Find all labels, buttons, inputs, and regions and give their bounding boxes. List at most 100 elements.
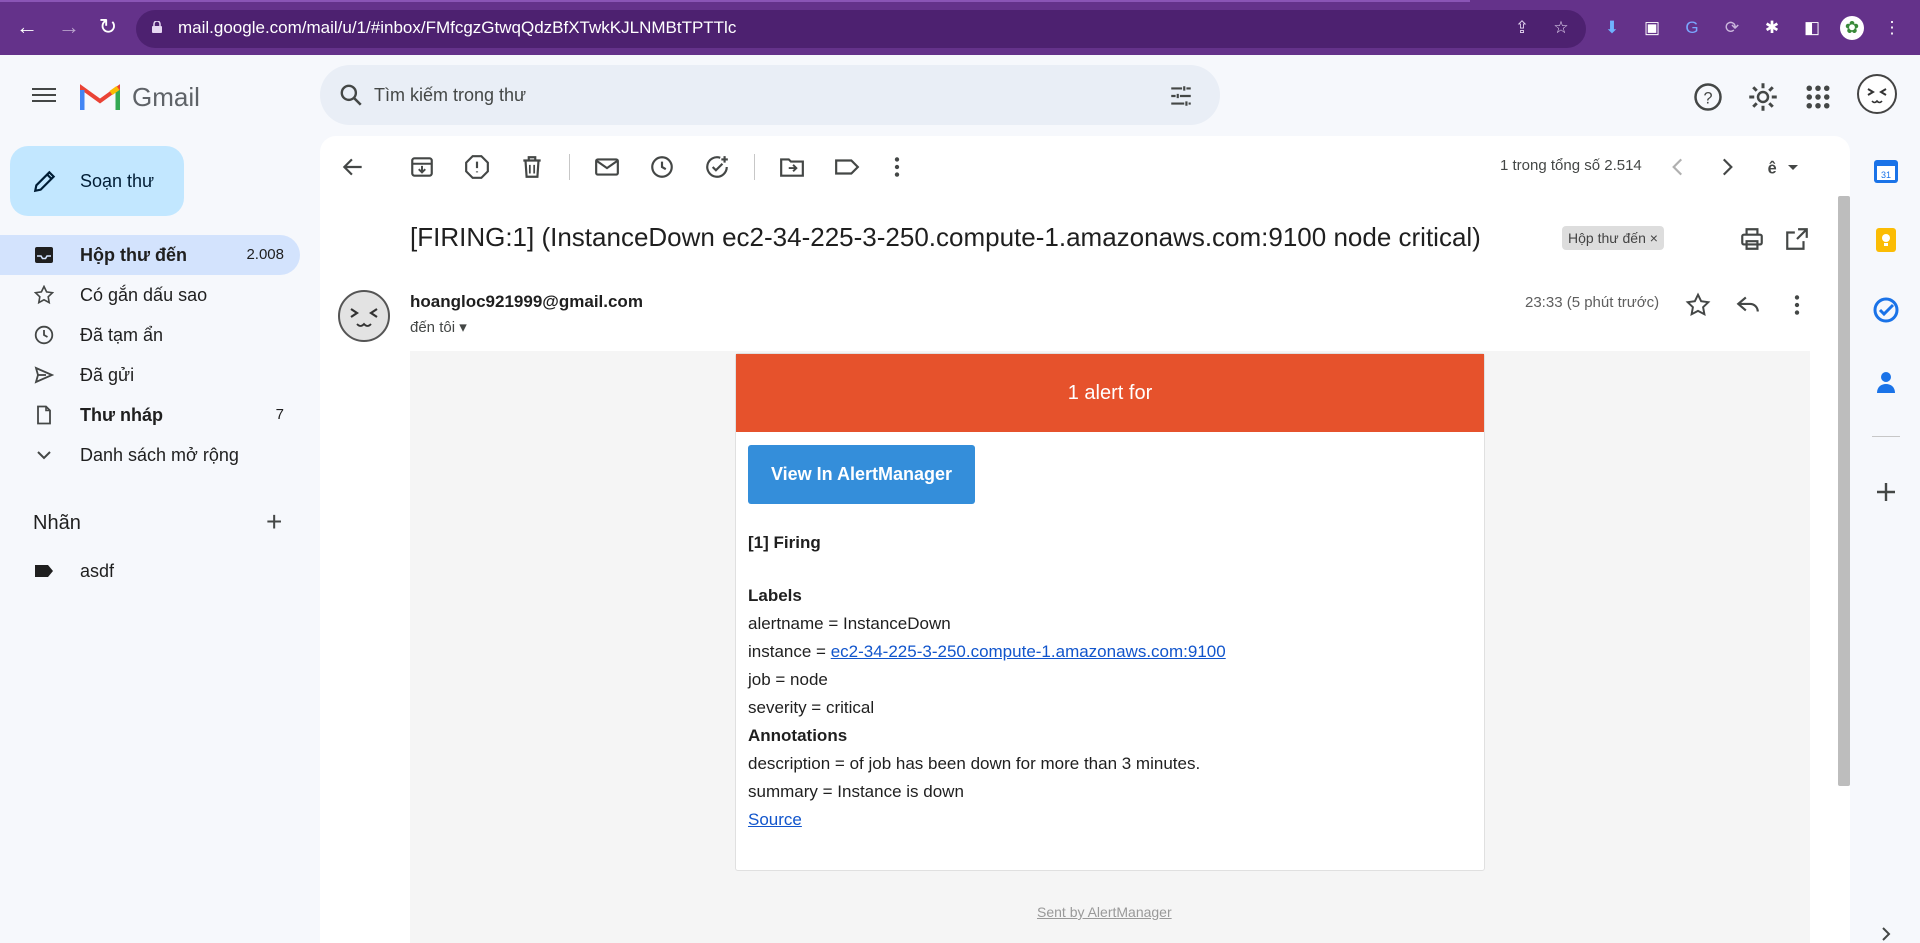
lock-icon <box>152 21 162 33</box>
sender-avatar[interactable] <box>338 290 390 342</box>
sidebar-item-drafts[interactable]: Thư nháp 7 <box>0 395 300 435</box>
extensions-puzzle-icon[interactable]: ✱ <box>1760 16 1784 40</box>
star-icon[interactable] <box>1685 292 1711 318</box>
recipient-details[interactable]: đến tôi ▾ <box>410 318 467 336</box>
sidebar-label-asdf[interactable]: asdf <box>0 551 300 591</box>
search-input[interactable]: Tìm kiếm trong thư <box>374 85 526 106</box>
toolbar-divider <box>754 154 755 180</box>
sidebar-item-sent[interactable]: Đã gửi <box>0 355 300 395</box>
reload-icon[interactable]: ↻ <box>95 14 121 40</box>
label-alertname: alertname = InstanceDown <box>748 614 951 633</box>
gmail-logo-icon[interactable] <box>80 82 120 112</box>
back-icon[interactable]: ← <box>14 14 40 40</box>
draft-icon <box>37 405 51 425</box>
sidebar-item-label: asdf <box>80 561 115 581</box>
details-dropdown-icon[interactable]: ▾ <box>459 319 467 336</box>
recipient-label: đến tôi <box>410 319 456 336</box>
inbox-label-chip[interactable]: Hộp thư đến × <box>1562 226 1664 250</box>
show-side-panel-chevron-icon[interactable] <box>1872 926 1900 942</box>
sidebar-item-label: Hộp thư đến <box>80 245 188 265</box>
newer-chevron-left-icon[interactable] <box>1665 154 1691 180</box>
search-bar[interactable]: Tìm kiếm trong thư <box>320 65 1220 125</box>
contacts-icon[interactable] <box>1872 368 1900 396</box>
annotation-description: description = of job has been down for m… <box>748 754 1201 773</box>
print-icon[interactable] <box>1739 226 1765 252</box>
input-tools-icon[interactable]: ê <box>1760 154 1786 180</box>
older-chevron-right-icon[interactable] <box>1714 154 1740 180</box>
help-icon[interactable]: ? <box>1693 82 1723 112</box>
scrollbar[interactable] <box>1838 196 1850 786</box>
compose-button[interactable]: Soạn thư <box>10 146 184 216</box>
delete-icon[interactable] <box>519 154 545 180</box>
back-to-inbox-icon[interactable] <box>340 154 366 180</box>
forward-icon[interactable]: → <box>56 14 82 40</box>
translate-extension-icon[interactable]: G <box>1680 16 1704 40</box>
gmail-logo-text[interactable]: Gmail <box>132 82 200 113</box>
sidebar-item-more[interactable]: Danh sách mở rộng <box>0 435 300 475</box>
draft-count: 7 <box>275 406 284 423</box>
star-icon <box>34 285 54 305</box>
face-icon <box>1867 88 1887 104</box>
unread-count: 2.008 <box>246 246 284 263</box>
sidebar-item-label: Đã tạm ẩn <box>80 325 164 345</box>
sender-email[interactable]: hoangloc921999@gmail.com <box>410 292 643 312</box>
firing-heading: [1] Firing <box>748 533 821 552</box>
message-more-icon[interactable] <box>1784 292 1810 318</box>
get-addons-plus-icon[interactable] <box>1872 478 1900 506</box>
sidebar-item-label: Có gắn dấu sao <box>80 285 208 305</box>
view-in-alertmanager-button[interactable]: View In AlertManager <box>748 445 975 504</box>
move-to-folder-icon[interactable] <box>779 154 805 180</box>
reply-icon[interactable] <box>1735 292 1761 318</box>
bookmark-star-icon[interactable]: ☆ <box>1550 17 1572 39</box>
instance-link[interactable]: ec2-34-225-3-250.compute-1.amazonaws.com… <box>831 642 1226 661</box>
instance-key: instance = <box>748 642 831 661</box>
apps-grid-icon[interactable] <box>1803 82 1833 112</box>
sidebar-item-snoozed[interactable]: Đã tạm ẩn <box>0 315 300 355</box>
profile-avatar-icon[interactable]: ✿ <box>1840 16 1864 40</box>
more-vert-icon[interactable] <box>884 154 910 180</box>
email-timestamp: 23:33 (5 phút trước) <box>1525 294 1660 311</box>
sidebar-item-label: Thư nháp <box>80 405 164 425</box>
report-spam-icon[interactable] <box>464 154 490 180</box>
annotation-summary: summary = Instance is down <box>748 782 964 801</box>
add-label-icon[interactable]: + <box>266 508 282 536</box>
search-options-icon[interactable] <box>1168 83 1194 109</box>
sent-by-alertmanager-link[interactable]: Sent by AlertManager <box>1037 904 1172 920</box>
calendar-icon[interactable]: 31 <box>1872 157 1900 185</box>
account-avatar[interactable] <box>1857 74 1897 114</box>
inbox-icon <box>35 247 53 263</box>
clock-icon <box>34 325 54 345</box>
download-icon[interactable]: ⬇ <box>1600 16 1624 40</box>
svg-text:?: ? <box>1703 89 1712 107</box>
tasks-icon[interactable] <box>1872 296 1900 324</box>
screenshot-extension-icon[interactable]: ▣ <box>1640 16 1664 40</box>
label-instance: instance = ec2-34-225-3-250.compute-1.am… <box>748 642 1226 662</box>
side-panel-icon[interactable]: ◧ <box>1800 16 1824 40</box>
open-new-window-icon[interactable] <box>1784 226 1810 252</box>
remove-label-icon[interactable]: × <box>1650 230 1658 246</box>
sidebar-item-starred[interactable]: Có gắn dấu sao <box>0 275 300 315</box>
sidebar-item-label: Danh sách mở rộng <box>80 445 239 465</box>
share-icon[interactable]: ⇪ <box>1511 17 1533 39</box>
snooze-clock-icon[interactable] <box>649 154 675 180</box>
sync-extension-icon[interactable]: ⟳ <box>1720 16 1744 40</box>
search-icon[interactable] <box>338 82 364 108</box>
archive-icon[interactable] <box>409 154 435 180</box>
chevron-down-icon <box>37 451 51 460</box>
source-link[interactable]: Source <box>748 810 802 830</box>
label-severity: severity = critical <box>748 698 875 717</box>
pencil-icon <box>33 170 56 193</box>
label-icon[interactable] <box>834 154 860 180</box>
settings-gear-icon[interactable] <box>1748 82 1778 112</box>
main-menu-icon[interactable] <box>32 84 56 108</box>
url-text[interactable]: mail.google.com/mail/u/1/#inbox/FMfcgzGt… <box>178 18 736 38</box>
chrome-menu-icon[interactable]: ⋮ <box>1880 16 1904 40</box>
sidebar-item-inbox[interactable]: Hộp thư đến 2.008 <box>0 235 300 275</box>
keep-notes-icon[interactable] <box>1872 226 1900 254</box>
input-tools-dropdown-icon[interactable] <box>1785 154 1801 180</box>
rail-divider <box>1872 436 1900 437</box>
add-to-tasks-icon[interactable] <box>704 154 730 180</box>
face-icon <box>350 308 378 327</box>
email-subject: [FIRING:1] (InstanceDown ec2-34-225-3-25… <box>410 222 1481 252</box>
mark-unread-icon[interactable] <box>594 154 620 180</box>
